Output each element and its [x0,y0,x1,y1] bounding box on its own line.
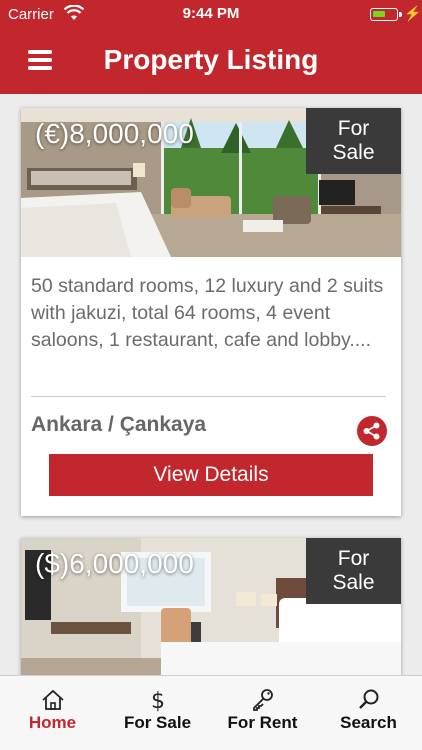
status-bar: Carrier 9:44 PM ⚡ [0,0,422,30]
battery-icon [370,8,402,21]
property-photo: (€)8,000,000 For Sale [21,108,401,257]
tab-label: For Rent [227,713,298,732]
tab-label: Home [28,713,77,732]
tab-label: Search [340,713,397,732]
listing-description: 50 standard rooms, 12 luxury and 2 suits… [31,275,384,351]
divider [31,396,386,397]
clock: 9:44 PM [182,5,240,22]
tab-for-rent[interactable]: For Rent [210,676,315,750]
tab-for-sale[interactable]: $ For Sale [105,676,210,750]
share-icon[interactable] [357,416,387,446]
app-header: Carrier 9:44 PM ⚡ Property Listing [0,0,422,94]
page-title: Property Listing [103,44,319,75]
tab-home[interactable]: Home [0,676,105,750]
bolt-icon: ⚡ [404,5,422,21]
search-icon [359,689,379,709]
tab-label: For Sale [123,713,192,732]
tab-search[interactable]: Search [316,676,421,750]
listing-card[interactable]: (€)8,000,000 For Sale 50 standard rooms,… [21,108,401,516]
view-details-button[interactable]: View Details [49,454,373,496]
property-photo: ($)6,000,000 For Sale [21,538,401,678]
tab-bar: Home $ For Sale For Rent Search [0,675,422,750]
sale-tag: For Sale [306,108,401,174]
svg-text:$: $ [151,689,165,712]
listing-price: (€)8,000,000 [35,118,194,149]
listing-card[interactable]: ($)6,000,000 For Sale [21,538,401,698]
sale-tag: For Sale [306,538,401,604]
home-icon [42,689,64,710]
listing-price: ($)6,000,000 [35,548,194,579]
listing-location: Ankara / Çankaya [31,413,207,436]
dollar-icon: $ [151,689,165,712]
key-icon [253,689,273,711]
